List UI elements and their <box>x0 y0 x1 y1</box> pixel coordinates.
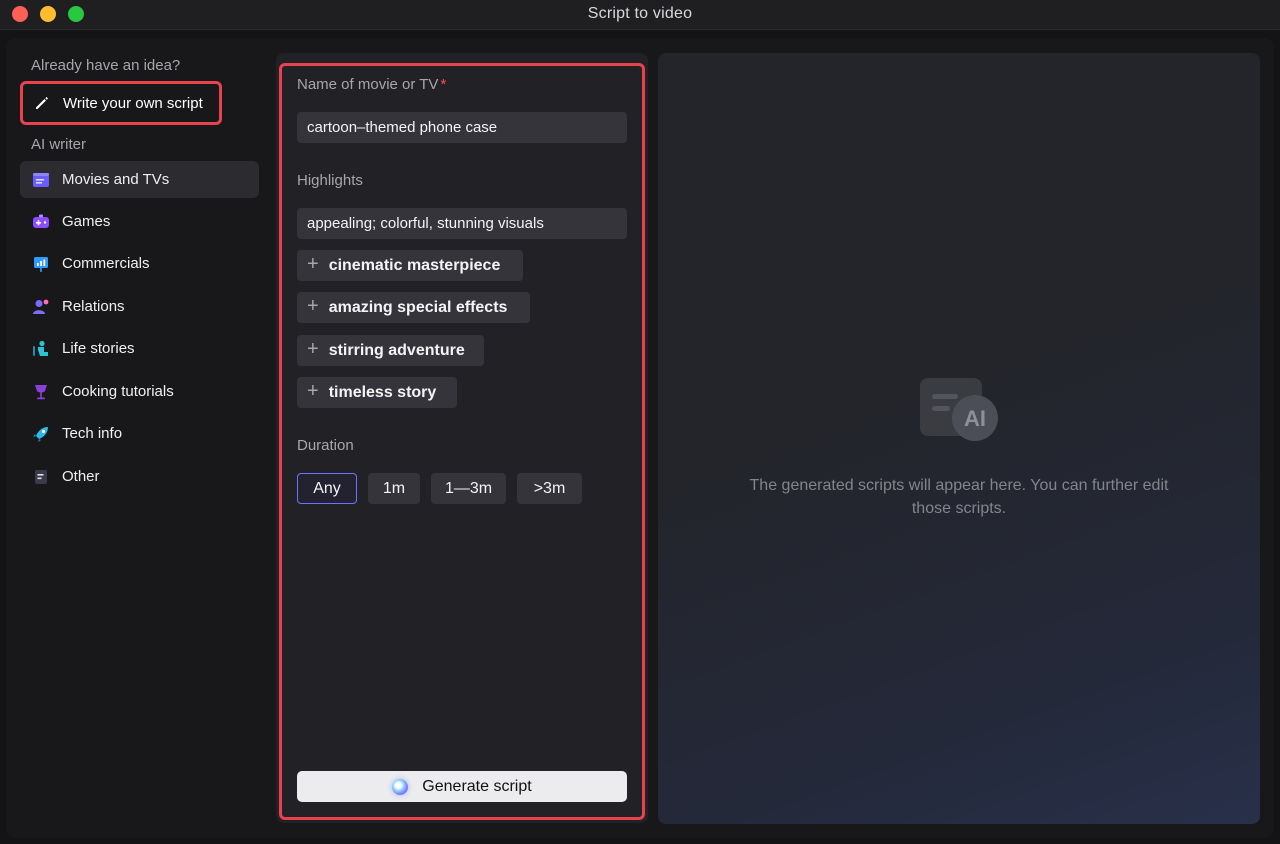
suggestion-chip[interactable]: + stirring adventure <box>297 335 484 366</box>
duration-option-1m[interactable]: 1m <box>368 473 420 504</box>
sidebar-item-label: Games <box>62 213 111 230</box>
suggestion-chip[interactable]: + timeless story <box>297 377 457 408</box>
pencil-icon <box>36 97 48 109</box>
highlights-input[interactable]: appealing; colorful, stunning visuals <box>297 208 627 239</box>
duration-label: Duration <box>297 437 354 454</box>
name-input[interactable]: cartoon–themed phone case <box>297 112 627 143</box>
idea-heading: Already have an idea? <box>31 57 181 74</box>
generate-script-label: Generate script <box>422 777 532 795</box>
name-label-text: Name of movie or TV <box>297 76 439 93</box>
wine-glass-icon <box>32 383 50 401</box>
ai-orb-icon <box>392 778 409 795</box>
sidebar-item-games[interactable]: Games <box>20 203 259 240</box>
people-icon <box>32 298 50 316</box>
presentation-icon <box>32 255 50 273</box>
sidebar-item-label: Life stories <box>62 340 135 357</box>
sidebar-item-label: Relations <box>62 298 125 315</box>
sidebar-item-life-stories[interactable]: Life stories <box>20 330 259 367</box>
suggestion-label: cinematic masterpiece <box>328 256 501 274</box>
ai-script-icon: AI <box>920 378 998 441</box>
window-title: Script to video <box>587 5 693 22</box>
ai-writer-heading: AI writer <box>31 136 87 153</box>
suggestion-label: timeless story <box>328 383 437 401</box>
sidebar-item-commercials[interactable]: Commercials <box>20 245 259 282</box>
person-sitting-icon <box>32 340 50 358</box>
result-placeholder-text: The generated scripts will appear here. … <box>749 477 1169 517</box>
highlights-label: Highlights <box>297 172 363 189</box>
name-field-label: Name of movie or TV * <box>297 76 446 93</box>
gamepad-icon <box>32 213 50 231</box>
clapperboard-icon <box>32 171 50 189</box>
sidebar-item-label: Cooking tutorials <box>62 383 174 400</box>
sidebar-item-label: Tech info <box>62 425 123 442</box>
suggestion-label: stirring adventure <box>328 341 465 359</box>
duration-option-any[interactable]: Any <box>297 473 357 504</box>
sidebar-item-movies-and-tvs[interactable]: Movies and TVs <box>20 161 259 198</box>
suggestion-label: amazing special effects <box>328 298 508 316</box>
plus-icon: + <box>307 380 319 402</box>
write-own-script-label: Write your own script <box>63 94 203 112</box>
sidebar-item-tech-info[interactable]: Tech info <box>20 415 259 452</box>
plus-icon: + <box>307 295 319 317</box>
ai-badge-text: AI <box>964 406 986 431</box>
sidebar-item-label: Movies and TVs <box>62 171 170 188</box>
sidebar-item-other[interactable]: Other <box>20 458 259 495</box>
duration-option-over-3m[interactable]: >3m <box>517 473 582 504</box>
suggestion-chip[interactable]: + amazing special effects <box>297 292 530 323</box>
sidebar-item-relations[interactable]: Relations <box>20 288 259 325</box>
sidebar-item-label: Other <box>62 468 100 485</box>
title-bar: Script to video <box>0 0 1280 30</box>
rocket-icon <box>32 425 50 443</box>
plus-icon: + <box>307 338 319 360</box>
duration-option-1-3m[interactable]: 1—3m <box>431 473 506 504</box>
sidebar-item-cooking-tutorials[interactable]: Cooking tutorials <box>20 373 259 410</box>
suggestion-chip[interactable]: + cinematic masterpiece <box>297 250 523 281</box>
generate-script-button[interactable]: Generate script <box>297 771 627 802</box>
sidebar-item-label: Commercials <box>62 255 150 272</box>
required-mark: * <box>440 76 447 93</box>
plus-icon: + <box>307 253 319 275</box>
document-icon <box>32 468 50 486</box>
write-own-script-button[interactable]: Write your own script <box>20 81 222 125</box>
